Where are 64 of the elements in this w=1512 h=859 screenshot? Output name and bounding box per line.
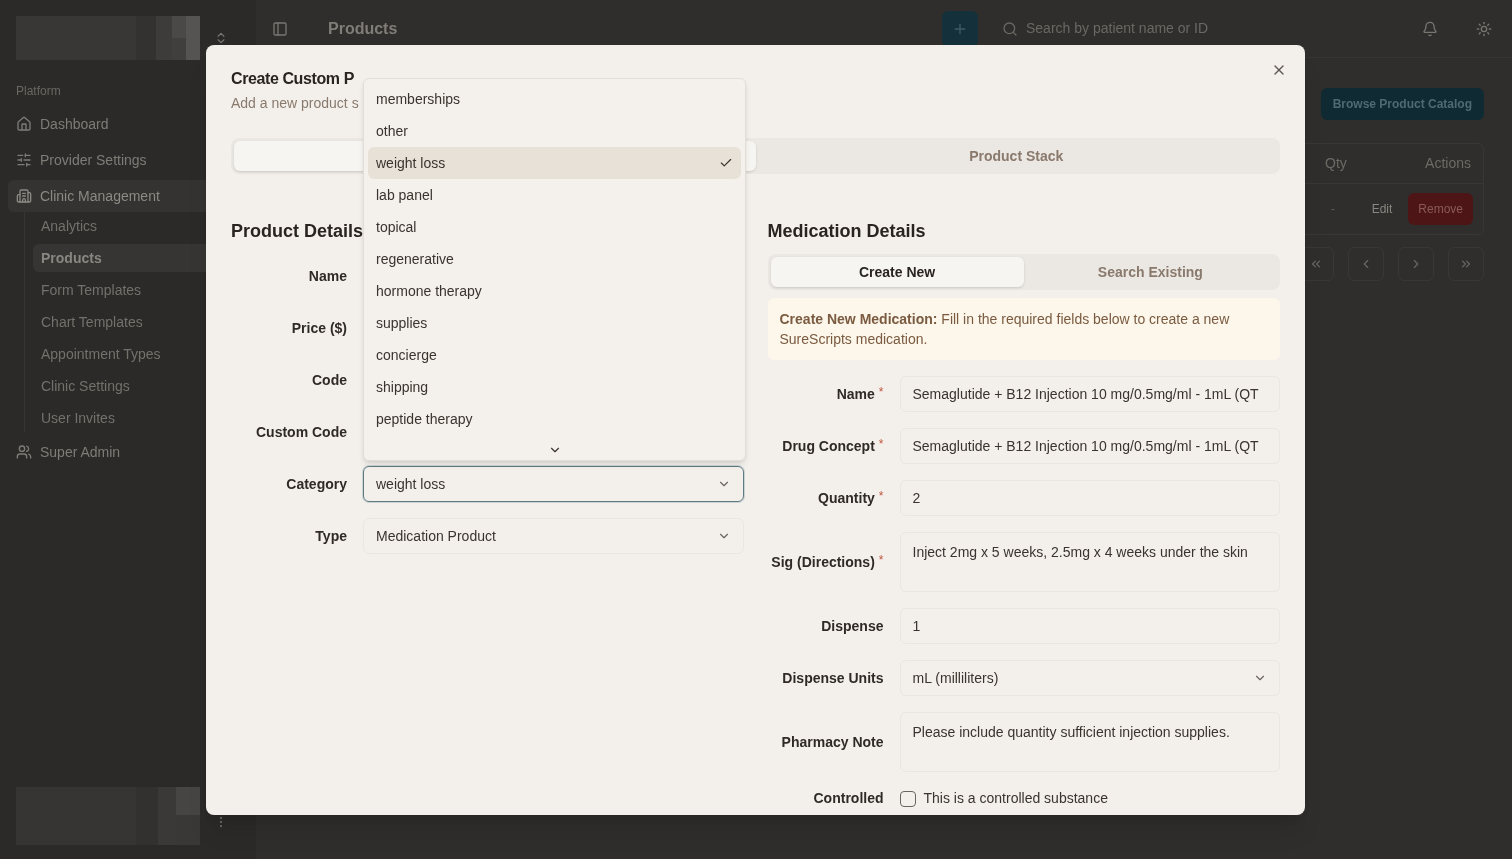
- add-button[interactable]: [942, 10, 978, 47]
- table-cell-text: -: [1331, 201, 1335, 218]
- required-mark: *: [878, 384, 884, 401]
- dropdown-option[interactable]: lab panel: [368, 179, 741, 211]
- dropdown-option[interactable]: supplies: [368, 307, 741, 339]
- column-header: Qty: [1325, 154, 1347, 173]
- notification-icon[interactable]: [1422, 20, 1438, 37]
- sidebar-toggle-icon[interactable]: [272, 20, 288, 37]
- last-page-icon: [1459, 257, 1473, 271]
- input-field[interactable]: Semaglutide + B12 Injection 10 mg/0.5mg/ml - 1mL (QT: [899, 376, 1280, 412]
- field-label: Price ($): [290, 318, 347, 338]
- field-label: Code: [311, 370, 347, 390]
- dropdown-option[interactable]: hormone therapy: [368, 275, 741, 307]
- notice-text: Create New Medication: Fill in the required fields below to create a new SureScripts medication.: [779, 311, 1230, 347]
- dropdown-option[interactable]: shipping: [368, 371, 741, 403]
- field-label: Type: [314, 526, 347, 546]
- search-icon: [1002, 20, 1018, 37]
- check-icon: [719, 156, 733, 170]
- input-field[interactable]: 2: [899, 480, 1280, 516]
- required-mark: *: [878, 488, 884, 505]
- field-label: Name: [307, 266, 347, 286]
- dropdown-option[interactable]: peptide therapy: [368, 403, 741, 435]
- field-label: Category: [285, 474, 347, 494]
- page-title: Products: [328, 18, 398, 39]
- field-label: Quantity: [818, 488, 875, 508]
- sidebar-item[interactable]: Provider Settings: [8, 144, 248, 176]
- dropdown-option[interactable]: memberships: [368, 83, 741, 115]
- field-label: Dispense Units: [782, 668, 884, 688]
- dropdown-option[interactable]: weight loss: [368, 147, 741, 179]
- dropdown-option[interactable]: concierge: [368, 339, 741, 371]
- dropdown-option[interactable]: topical: [368, 211, 741, 243]
- field-label: Controlled: [813, 789, 884, 808]
- select-field[interactable]: Medication Product: [363, 518, 744, 554]
- field-label: Name: [836, 384, 875, 404]
- checkbox[interactable]: [899, 790, 916, 807]
- select-field[interactable]: weight loss: [363, 466, 744, 502]
- field-label: Drug Concept: [782, 436, 875, 456]
- input-field[interactable]: 1: [899, 608, 1280, 644]
- theme-toggle-icon[interactable]: [1476, 20, 1492, 37]
- dialog-title: Create Custom P: [231, 69, 354, 89]
- first-page-icon: [1309, 257, 1323, 271]
- input-field[interactable]: Semaglutide + B12 Injection 10 mg/0.5mg/ml - 1mL (QT: [899, 428, 1280, 464]
- required-mark: *: [878, 436, 884, 453]
- checkbox-label: This is a controlled substance: [923, 789, 1108, 808]
- section-heading: Product Details: [231, 220, 364, 243]
- section-heading: Medication Details: [767, 220, 927, 243]
- field-label: Custom Code: [255, 422, 347, 442]
- dropdown-option[interactable]: other: [368, 115, 741, 147]
- field-label: Sig (Directions): [771, 552, 875, 572]
- tab[interactable]: Create New: [770, 257, 1024, 287]
- text-area[interactable]: Please include quantity sufficient injection supplies.: [899, 712, 1280, 772]
- dropdown-option[interactable]: regenerative: [368, 243, 741, 275]
- select-field[interactable]: mL (milliliters): [899, 660, 1280, 696]
- column-header: Actions: [1425, 154, 1471, 173]
- field-label: Pharmacy Note: [781, 732, 884, 752]
- nav-icon: [16, 116, 32, 132]
- nav-icon: [16, 444, 32, 460]
- text-area[interactable]: Inject 2mg x 5 weeks, 2.5mg x 4 weeks under the skin: [899, 532, 1280, 592]
- section-label: Platform: [15, 83, 62, 100]
- field-label: Dispense: [821, 616, 884, 636]
- required-mark: *: [878, 552, 884, 569]
- nav-icon: [16, 152, 32, 168]
- edit-link[interactable]: Edit: [1371, 200, 1393, 218]
- nav-icon: [16, 188, 32, 204]
